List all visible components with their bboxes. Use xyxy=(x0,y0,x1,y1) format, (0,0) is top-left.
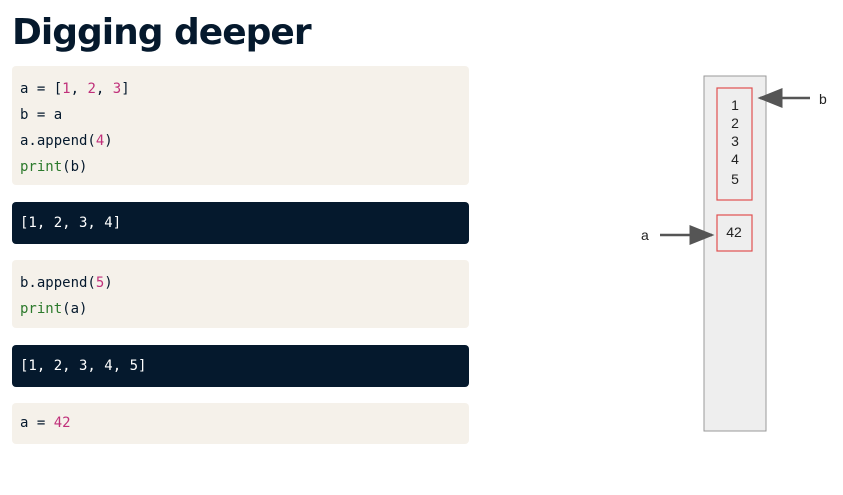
list-value: 2 xyxy=(731,115,739,131)
code-line: a = [1, 2, 3] xyxy=(20,81,130,97)
code-line: b.append(5) xyxy=(20,275,113,291)
code-block-1: a = [1, 2, 3] b = a a.append(4) print(b) xyxy=(12,66,469,185)
code-line: a.append(4) xyxy=(20,133,113,149)
code-line: b = a xyxy=(20,107,63,123)
label-b: b xyxy=(819,91,827,107)
code-line: a = 42 xyxy=(20,415,71,431)
memory-diagram-svg: 1 2 3 4 5 42 b a xyxy=(641,75,827,432)
list-value: 4 xyxy=(731,151,739,167)
output-block-1: [1, 2, 3, 4] xyxy=(12,202,469,244)
code-block-3: a = 42 xyxy=(12,403,469,444)
code-line: print(a) xyxy=(20,301,88,317)
list-value: 3 xyxy=(731,133,739,149)
page-title: Digging deeper xyxy=(12,12,312,53)
label-a: a xyxy=(641,227,649,243)
list-value: 1 xyxy=(731,97,739,113)
memory-diagram: 1 2 3 4 5 42 b a xyxy=(600,60,843,444)
list-value: 5 xyxy=(731,171,739,187)
code-block-2: b.append(5) print(a) xyxy=(12,260,469,328)
output-block-2: [1, 2, 3, 4, 5] xyxy=(12,345,469,387)
int-value: 42 xyxy=(726,224,742,240)
code-line: print(b) xyxy=(20,159,88,175)
